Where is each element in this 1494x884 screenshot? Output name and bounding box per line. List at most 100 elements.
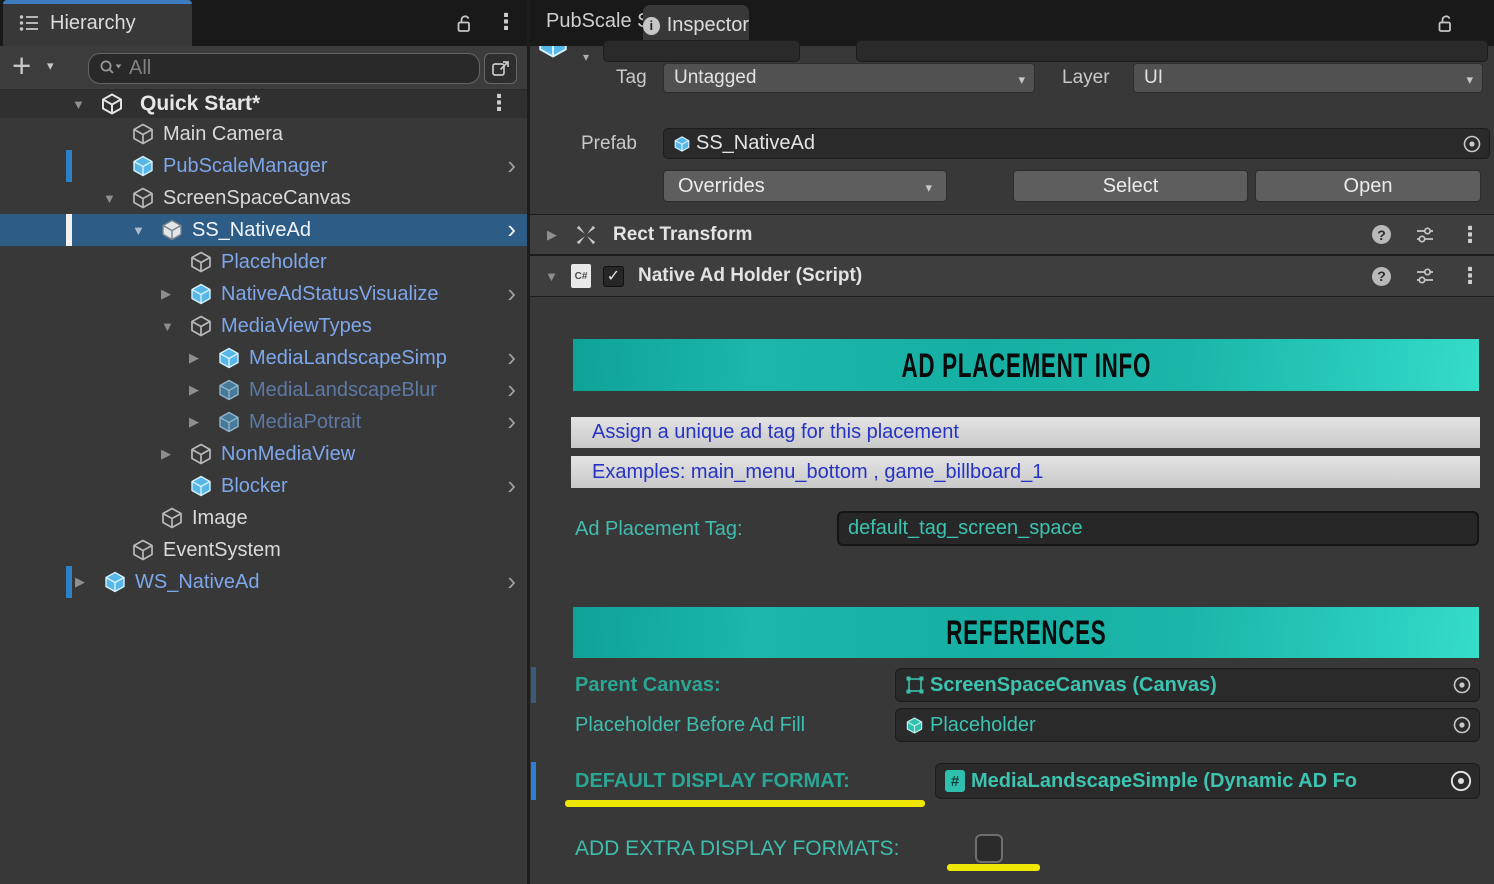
- presets-icon[interactable]: [1413, 264, 1437, 288]
- collapse-triangle[interactable]: ▼: [545, 269, 571, 284]
- presets-icon[interactable]: [1413, 223, 1437, 247]
- hierarchy-item-ws-nativead[interactable]: ▶ WS_NativeAd ›: [0, 566, 527, 598]
- ad-placement-tag-input[interactable]: default_tag_screen_space: [837, 511, 1479, 546]
- hierarchy-item-placeholder[interactable]: Placeholder: [0, 246, 527, 278]
- hierarchy-item-blocker[interactable]: Blocker ›: [0, 470, 527, 502]
- select-button[interactable]: Select: [1013, 170, 1248, 202]
- expand-triangle[interactable]: ▼: [103, 191, 131, 206]
- add-extra-formats-checkbox[interactable]: [975, 834, 1003, 863]
- rect-transform-icon: [573, 222, 599, 248]
- name-field-partial[interactable]: [603, 40, 800, 62]
- prefab-chevron-icon[interactable]: ›: [507, 279, 516, 307]
- prefab-chevron-icon[interactable]: ›: [507, 343, 516, 371]
- object-picker-icon[interactable]: [1459, 131, 1485, 157]
- gameobject-icon: [189, 314, 213, 338]
- object-picker-icon[interactable]: [1447, 767, 1475, 795]
- placeholder-before-ad-fill-label: Placeholder Before Ad Fill: [575, 714, 805, 737]
- expand-triangle[interactable]: ▶: [189, 382, 217, 398]
- expand-triangle[interactable]: ▶: [189, 350, 217, 366]
- component-title: Native Ad Holder (Script): [638, 265, 862, 287]
- hierarchy-item-image[interactable]: Image: [0, 502, 527, 534]
- hierarchy-item-eventsystem[interactable]: EventSystem: [0, 534, 527, 566]
- prefab-chevron-icon[interactable]: ›: [507, 567, 516, 595]
- object-picker-icon[interactable]: [1449, 672, 1475, 698]
- hierarchy-search-field[interactable]: [88, 53, 480, 84]
- hierarchy-item-pubscalemanager[interactable]: PubScaleManager ›: [0, 150, 527, 182]
- item-label: PubScaleManager: [163, 155, 328, 178]
- help-text: Assign a unique ad tag for this placemen…: [592, 421, 959, 444]
- item-label: Main Camera: [163, 123, 283, 146]
- search-input[interactable]: [129, 57, 429, 80]
- parent-canvas-object-field[interactable]: ScreenSpaceCanvas (Canvas): [895, 668, 1480, 702]
- expand-triangle[interactable]: ▶: [161, 446, 189, 462]
- expand-triangle[interactable]: ▶: [547, 227, 573, 243]
- prefab-chevron-icon[interactable]: ›: [507, 471, 516, 499]
- placeholder-object-field[interactable]: Placeholder: [895, 708, 1480, 742]
- override-bar: [531, 667, 536, 703]
- layer-label: Layer: [1062, 67, 1110, 89]
- ad-placement-tag-value: default_tag_screen_space: [848, 517, 1083, 540]
- tab-hierarchy[interactable]: Hierarchy: [3, 0, 192, 46]
- expand-triangle[interactable]: ▼: [132, 223, 160, 238]
- component-enabled-checkbox[interactable]: ✓: [603, 266, 624, 287]
- hierarchy-item-mediapotrait[interactable]: ▶ MediaPotrait ›: [0, 406, 527, 438]
- search-icon: [98, 57, 124, 81]
- expand-triangle[interactable]: ▶: [161, 286, 189, 302]
- hierarchy-tabbar: Hierarchy ⋮: [0, 0, 527, 46]
- default-display-format-label: DEFAULT DISPLAY FORMAT:: [575, 770, 850, 793]
- expand-triangle[interactable]: ▶: [75, 574, 103, 590]
- object-picker-icon[interactable]: [1449, 712, 1475, 738]
- default-display-format-object-field[interactable]: # MediaLandscapeSimple (Dynamic AD Fo: [935, 763, 1480, 799]
- prefab-chevron-icon[interactable]: ›: [507, 407, 516, 435]
- expand-triangle[interactable]: ▶: [189, 414, 217, 430]
- hierarchy-item-medialandscapeblur[interactable]: ▶ MediaLandscapeBlur ›: [0, 374, 527, 406]
- prefab-icon-selected: [160, 218, 184, 242]
- create-object-button[interactable]: +: [12, 47, 31, 85]
- hierarchy-item-nonmediaview[interactable]: ▶ NonMediaView: [0, 438, 527, 470]
- item-label: Placeholder: [221, 251, 327, 274]
- scene-header-quick-start[interactable]: ▼ Quick Start* ⋮: [0, 90, 527, 118]
- gameobject-caret-icon[interactable]: ▾: [583, 50, 589, 64]
- hierarchy-item-main-camera[interactable]: Main Camera: [0, 118, 527, 150]
- gameobject-icon: [189, 250, 213, 274]
- open-button[interactable]: Open: [1255, 170, 1481, 202]
- prefab-chevron-icon[interactable]: ›: [507, 151, 516, 179]
- search-popout-button[interactable]: [484, 53, 517, 84]
- prefab-object-field[interactable]: SS_NativeAd: [663, 128, 1490, 159]
- rect-transform-header[interactable]: ▶ Rect Transform ? ⋮: [530, 214, 1494, 255]
- hierarchy-item-mediaviewtypes[interactable]: ▼ MediaViewTypes: [0, 310, 527, 342]
- overrides-dropdown-button[interactable]: Overrides ▾: [663, 170, 947, 202]
- override-bar: [66, 150, 72, 182]
- hierarchy-item-ss-nativead-selected[interactable]: ▼ SS_NativeAd ›: [0, 214, 527, 246]
- inspector-menu-icon[interactable]: ⋮: [1487, 11, 1494, 33]
- item-label: ScreenSpaceCanvas: [163, 187, 351, 210]
- overrides-label: Overrides: [678, 175, 765, 198]
- hierarchy-menu-icon[interactable]: ⋮: [495, 11, 517, 33]
- help-icon[interactable]: ?: [1372, 267, 1391, 286]
- item-label: MediaViewTypes: [221, 315, 372, 338]
- layer-dropdown[interactable]: UI ▾: [1133, 63, 1483, 93]
- component-menu-icon[interactable]: ⋮: [1459, 224, 1481, 246]
- open-label: Open: [1344, 175, 1393, 198]
- hierarchy-item-nativeadstatusvisualizer[interactable]: ▶ NativeAdStatusVisualize ›: [0, 278, 527, 310]
- prefab-chevron-icon[interactable]: ›: [507, 215, 516, 243]
- popout-icon: [489, 57, 513, 81]
- prefab-chevron-icon[interactable]: ›: [507, 375, 516, 403]
- hierarchy-item-screenspacecanvas[interactable]: ▼ ScreenSpaceCanvas: [0, 182, 527, 214]
- tag-dropdown[interactable]: Untagged ▾: [663, 63, 1035, 93]
- scene-expand-triangle[interactable]: ▼: [72, 97, 100, 112]
- prefab-icon: [673, 135, 691, 153]
- native-ad-holder-header[interactable]: ▼ C# ✓ Native Ad Holder (Script) ? ⋮: [530, 255, 1494, 297]
- expand-triangle[interactable]: ▼: [161, 319, 189, 334]
- static-field-partial[interactable]: [856, 40, 1488, 62]
- lock-open-icon[interactable]: [1433, 12, 1457, 36]
- unity-editor-window: Hierarchy ⋮ + ▾: [0, 0, 1494, 884]
- create-object-caret-icon[interactable]: ▾: [47, 58, 54, 74]
- help-text: Examples: main_menu_bottom , game_billbo…: [592, 461, 1043, 484]
- lock-open-icon[interactable]: [452, 12, 476, 36]
- component-menu-icon[interactable]: ⋮: [1459, 265, 1481, 287]
- help-icon[interactable]: ?: [1372, 225, 1391, 244]
- scene-menu-icon[interactable]: ⋮: [488, 92, 510, 114]
- prefab-icon: [103, 570, 127, 594]
- hierarchy-item-medialandscapesimple[interactable]: ▶ MediaLandscapeSimp ›: [0, 342, 527, 374]
